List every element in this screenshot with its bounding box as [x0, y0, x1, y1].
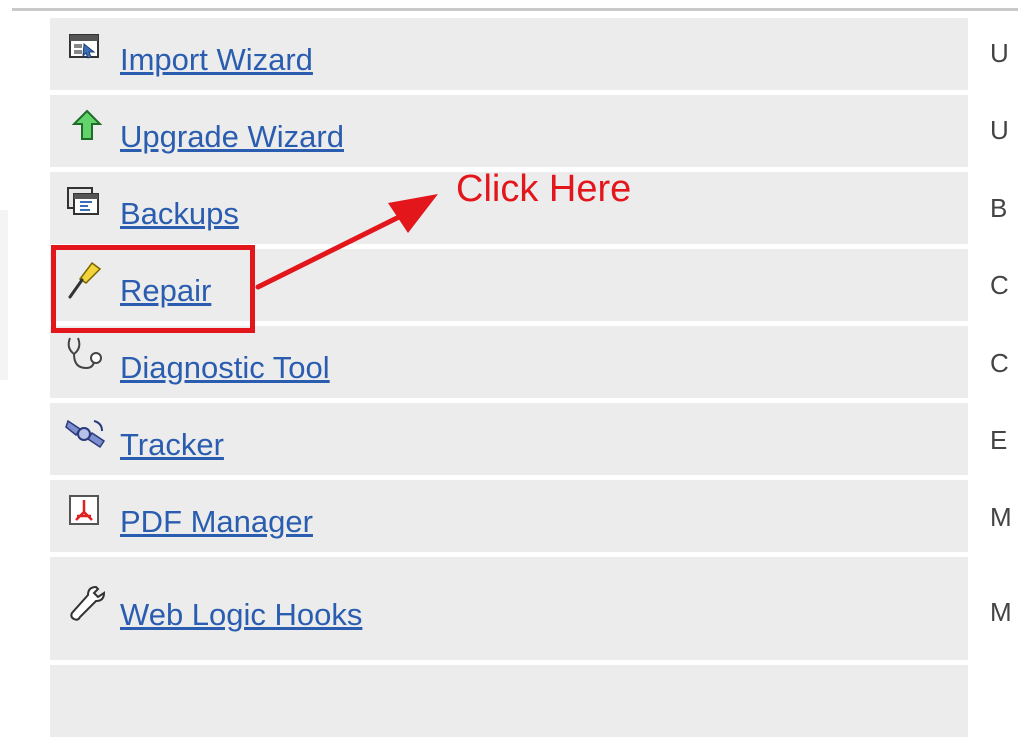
annotation-arrow-icon	[255, 194, 438, 290]
